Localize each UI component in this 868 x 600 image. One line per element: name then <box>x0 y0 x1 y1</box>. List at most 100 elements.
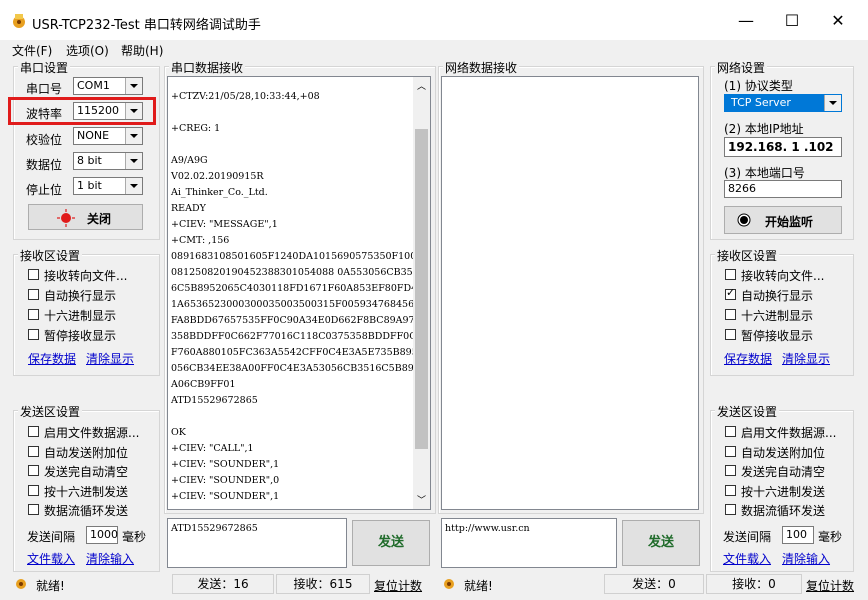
checkbox-label[interactable]: 自动发送附加位 <box>44 444 128 461</box>
log-line: ATD15529672865 <box>171 395 258 406</box>
checkbox-label[interactable]: 自动换行显示 <box>741 287 813 304</box>
right-reset-count-button[interactable]: 复位计数 <box>806 577 854 594</box>
left-reset-count-button[interactable]: 复位计数 <box>374 577 422 594</box>
checkbox-label[interactable]: 启用文件数据源... <box>741 424 836 441</box>
menu-bar: 文件(F) 选项(O) 帮助(H) <box>0 40 868 60</box>
checkbox-label[interactable]: 暂停接收显示 <box>44 327 116 344</box>
checkbox[interactable] <box>28 426 39 437</box>
serial-rx-scrollbar[interactable]: ︿ ﹀ <box>413 77 430 509</box>
checkbox-label[interactable]: 接收转向文件... <box>741 267 824 284</box>
checkbox[interactable] <box>28 465 39 476</box>
log-line: +CIEV: "SOUNDER",1 <box>171 459 280 470</box>
serial-rx-textarea[interactable]: +CTZV:21/05/28,10:33:44,+08 +CREG: 1 A9/A9… <box>167 76 431 510</box>
baud-select[interactable]: 115200 <box>73 102 143 120</box>
log-line: V02.02.20190915R <box>171 171 264 182</box>
parity-select[interactable]: NONE <box>73 127 143 145</box>
log-line: +CIEV: "MESSAGE",1 <box>171 219 278 230</box>
protocol-select[interactable]: TCP Server <box>724 94 842 112</box>
close-window-button[interactable]: ✕ <box>816 4 860 38</box>
window-title: USR-TCP232-Test 串口转网络调试助手 <box>32 18 261 33</box>
parity-label: 校验位 <box>26 133 63 147</box>
minimize-button[interactable]: — <box>724 4 768 38</box>
checkbox[interactable] <box>28 329 39 340</box>
local-port-input[interactable]: 8266 <box>724 180 842 198</box>
checkbox[interactable] <box>28 445 39 457</box>
checkbox[interactable] <box>725 465 736 476</box>
menu-options[interactable]: 选项(O) <box>66 42 109 59</box>
log-line: 056CB34EE38A00FF0C4E3A53056CB3516C5B8952 <box>171 363 426 374</box>
right-recv-count: 接收：0 <box>706 574 802 594</box>
serial-clear-input-link[interactable]: 清除输入 <box>86 550 134 567</box>
serial-tx-input[interactable]: ATD15529672865 <box>167 518 347 568</box>
checkbox[interactable] <box>725 484 736 496</box>
serial-close-label: 关闭 <box>87 212 112 226</box>
checkbox-label[interactable]: 发送完自动清空 <box>44 463 128 480</box>
checkbox-label[interactable]: 暂停接收显示 <box>741 327 813 344</box>
checkbox[interactable] <box>725 329 736 340</box>
checkbox-label[interactable]: 十六进制显示 <box>44 307 116 324</box>
ip-input[interactable]: 192.168. 1 .102 <box>724 137 842 157</box>
protocol-label: (1) 协议类型 <box>724 79 793 93</box>
chevron-down-icon[interactable] <box>125 103 142 119</box>
menu-file[interactable]: 文件(F) <box>12 42 52 59</box>
checkbox[interactable] <box>28 309 39 320</box>
stopbits-select[interactable]: 1 bit <box>73 177 143 195</box>
scroll-thumb[interactable] <box>415 129 428 449</box>
serial-save-data-link[interactable]: 保存数据 <box>28 350 76 367</box>
chevron-down-icon[interactable] <box>125 78 142 94</box>
scroll-down-icon[interactable]: ﹀ <box>417 493 426 506</box>
port-select[interactable]: COM1 <box>73 77 143 95</box>
databits-select[interactable]: 8 bit <box>73 152 143 170</box>
scroll-up-icon[interactable]: ︿ <box>417 79 426 92</box>
listen-button[interactable]: 开始监听 <box>724 206 842 234</box>
menu-help[interactable]: 帮助(H) <box>121 42 163 59</box>
net-clear-input-link[interactable]: 清除输入 <box>782 550 830 567</box>
checkbox[interactable] <box>725 445 736 457</box>
checkbox-label[interactable]: 自动换行显示 <box>44 287 116 304</box>
log-line: READY <box>171 203 206 214</box>
checkbox[interactable] <box>725 309 736 320</box>
databits-value: 8 bit <box>77 154 102 167</box>
log-line: FA8BDD67657535FF0C90A34E0D662F8BC89A9775 <box>171 315 427 326</box>
chevron-down-icon[interactable] <box>125 178 142 194</box>
record-icon <box>737 213 751 227</box>
checkbox[interactable] <box>28 269 39 280</box>
checkbox[interactable] <box>725 426 736 437</box>
checkbox[interactable] <box>28 504 39 515</box>
checkbox[interactable] <box>28 289 39 300</box>
log-line: +CIEV: "SOUNDER",0 <box>171 475 280 486</box>
net-load-file-link[interactable]: 文件载入 <box>723 550 771 567</box>
net-interval-input[interactable]: 100 <box>782 526 814 544</box>
baud-label: 波特率 <box>26 107 63 121</box>
net-rx-textarea[interactable] <box>441 76 699 510</box>
checkbox-label[interactable]: 发送完自动清空 <box>741 463 825 480</box>
checkbox-label[interactable]: 十六进制显示 <box>741 307 813 324</box>
maximize-button[interactable]: ☐ <box>770 4 814 38</box>
serial-load-file-link[interactable]: 文件载入 <box>27 550 75 567</box>
chevron-down-icon[interactable] <box>824 95 841 111</box>
checkbox[interactable] <box>725 504 736 515</box>
serial-interval-input[interactable]: 1000 <box>86 526 118 544</box>
stopbits-label: 停止位 <box>26 183 63 197</box>
serial-close-button[interactable]: 关闭 <box>28 204 143 230</box>
checkbox-label[interactable]: 自动发送附加位 <box>741 444 825 461</box>
checkbox-label[interactable]: 启用文件数据源... <box>44 424 139 441</box>
net-clear-display-link[interactable]: 清除显示 <box>782 350 830 367</box>
net-save-data-link[interactable]: 保存数据 <box>724 350 772 367</box>
chevron-down-icon[interactable] <box>125 153 142 169</box>
checkbox-label[interactable]: 接收转向文件... <box>44 267 127 284</box>
checkbox[interactable] <box>28 484 39 496</box>
checkbox[interactable] <box>725 269 736 280</box>
serial-clear-display-link[interactable]: 清除显示 <box>86 350 134 367</box>
checkbox-label[interactable]: 数据流循环发送 <box>44 502 128 519</box>
net-tx-input[interactable]: http://www.usr.cn <box>441 518 617 568</box>
serial-send-button[interactable]: 发送 <box>352 520 430 566</box>
left-send-count: 发送：16 <box>172 574 274 594</box>
checkbox-label[interactable]: 按十六进制发送 <box>741 483 825 500</box>
checkbox-label[interactable]: 数据流循环发送 <box>741 502 825 519</box>
log-line: 081250820190452388301054088 0A553056CB35… <box>171 267 419 278</box>
chevron-down-icon[interactable] <box>125 128 142 144</box>
checkbox-label[interactable]: 按十六进制发送 <box>44 483 128 500</box>
checkbox[interactable] <box>725 286 736 300</box>
net-send-button[interactable]: 发送 <box>622 520 700 566</box>
